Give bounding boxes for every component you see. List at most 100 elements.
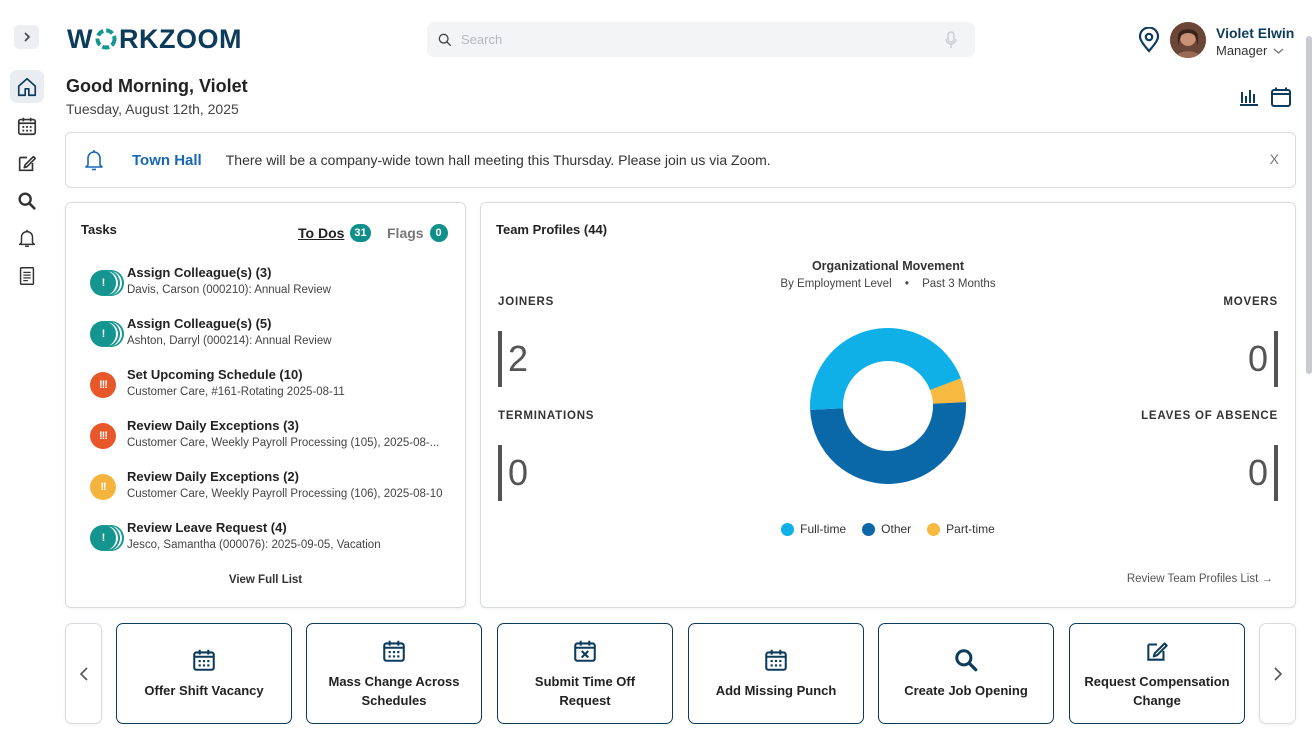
tasks-card: Tasks To Dos 31 Flags 0 ! Assign Colleag… <box>65 202 466 608</box>
chart-filter-period[interactable]: Past 3 Months <box>922 278 996 290</box>
bell-icon <box>85 150 103 171</box>
nav-home[interactable] <box>10 70 44 103</box>
user-role-dropdown[interactable]: Manager <box>1216 43 1284 58</box>
team-profiles-title: Team Profiles (44) <box>496 222 608 237</box>
quick-action-add-missing-punch[interactable]: Add Missing Punch <box>688 623 864 724</box>
legend-swatch <box>927 522 941 536</box>
legend-item[interactable]: Full-time <box>781 522 846 536</box>
task-title: Review Daily Exceptions (3) <box>127 418 299 433</box>
bell-icon <box>18 229 36 247</box>
header-actions <box>1238 86 1292 108</box>
quick-actions-prev-button[interactable] <box>65 623 102 724</box>
calendar-icon <box>765 649 787 671</box>
calendar-icon <box>17 117 37 135</box>
task-subtitle: Customer Care, Weekly Payroll Processing… <box>127 437 440 449</box>
task-item[interactable]: !!! Review Daily Exceptions (3) Customer… <box>86 418 456 458</box>
greeting-title: Good Morning, Violet <box>66 76 248 96</box>
greeting-date: Tuesday, August 12th, 2025 <box>66 101 239 117</box>
calendar-icon[interactable] <box>1270 86 1292 108</box>
quick-action-mass-change-schedules[interactable]: Mass Change Across Schedules <box>306 623 482 724</box>
priority-badge: ! <box>90 525 116 551</box>
quick-action-label: Add Missing Punch <box>715 683 837 698</box>
bar-chart-icon[interactable] <box>1238 86 1260 108</box>
task-item[interactable]: !!! Set Upcoming Schedule (10) Customer … <box>86 367 456 407</box>
quick-action-offer-shift-vacancy[interactable]: Offer Shift Vacancy <box>116 623 292 724</box>
task-item[interactable]: ! Assign Colleague(s) (5) Ashton, Darryl… <box>86 316 456 356</box>
nav-schedule[interactable] <box>10 109 44 142</box>
legend-item[interactable]: Other <box>862 522 911 536</box>
nav-search[interactable] <box>10 184 44 217</box>
legend-swatch <box>862 522 876 536</box>
quick-actions-next-button[interactable] <box>1259 623 1296 724</box>
task-item[interactable]: !! Review Daily Exceptions (2) Customer … <box>86 469 456 509</box>
movers-label: MOVERS <box>1223 296 1278 308</box>
review-team-profiles-link[interactable]: Review Team Profiles List → <box>1127 573 1273 585</box>
announcement-banner: Town Hall There will be a company-wide t… <box>65 132 1296 188</box>
chart-filter-level[interactable]: By Employment Level <box>780 278 891 290</box>
quick-action-label: Submit Time Off Request <box>534 673 636 708</box>
chart-legend: Full-time Other Part-time <box>481 522 1295 536</box>
user-name[interactable]: Violet Elwin <box>1216 25 1294 41</box>
side-rail <box>0 0 54 731</box>
quick-action-request-compensation-change[interactable]: Request Compensation Change <box>1069 623 1245 724</box>
announcement-close-button[interactable]: X <box>1270 151 1279 167</box>
task-title: Review Daily Exceptions (2) <box>127 469 299 484</box>
quick-action-label: Mass Change Across Schedules <box>328 673 460 708</box>
location-pin-icon[interactable] <box>1137 27 1161 53</box>
quick-action-create-job-opening[interactable]: Create Job Opening <box>878 623 1054 724</box>
task-subtitle: Jesco, Samantha (000076): 2025-09-05, Va… <box>127 539 381 551</box>
search-input[interactable] <box>461 32 945 47</box>
chart-subtitle: By Employment Level • Past 3 Months <box>481 278 1295 290</box>
priority-badge: !! <box>90 474 116 500</box>
tab-todos-label: To Dos <box>298 225 345 241</box>
quick-action-submit-time-off[interactable]: Submit Time Off Request <box>497 623 673 724</box>
nav-notifications[interactable] <box>10 221 44 254</box>
legend-swatch <box>781 522 795 536</box>
quick-action-label: Create Job Opening <box>904 683 1028 698</box>
priority-badge: !!! <box>90 372 116 398</box>
edit-icon <box>18 155 37 171</box>
view-full-list-link[interactable]: View Full List <box>66 574 465 586</box>
chart-subtitle-separator: • <box>904 278 909 290</box>
chevron-right-icon <box>1273 666 1282 681</box>
task-item[interactable]: ! Review Leave Request (4) Jesco, Samant… <box>86 520 456 560</box>
tab-flags[interactable]: Flags 0 <box>387 224 448 242</box>
legend-label: Full-time <box>800 522 847 536</box>
search-bar <box>427 22 975 57</box>
joiners-count[interactable]: 2 <box>508 338 528 380</box>
avatar[interactable] <box>1170 22 1206 58</box>
page-scrollbar[interactable] <box>1306 36 1312 374</box>
leaves-of-absence-count[interactable]: 0 <box>1248 452 1268 494</box>
task-title: Assign Colleague(s) (3) <box>127 265 272 280</box>
tasks-title: Tasks <box>81 222 117 237</box>
joiners-label: JOINERS <box>498 296 555 308</box>
quick-action-label: Request Compensation Change <box>1084 673 1230 708</box>
nav-documents[interactable] <box>10 259 44 292</box>
document-icon <box>19 266 35 285</box>
employment-donut-chart <box>810 327 966 484</box>
donut-slice-other[interactable] <box>810 402 966 484</box>
movers-count[interactable]: 0 <box>1248 338 1268 380</box>
task-title: Review Leave Request (4) <box>127 520 287 535</box>
announcement-title[interactable]: Town Hall <box>132 152 202 169</box>
edit-icon <box>1147 641 1168 661</box>
search-icon <box>438 33 451 46</box>
tab-todos[interactable]: To Dos 31 <box>298 224 371 242</box>
task-title: Assign Colleague(s) (5) <box>127 316 272 331</box>
team-profiles-card: Team Profiles (44) Organizational Moveme… <box>480 202 1296 608</box>
workzoom-logo[interactable]: W RKZOOM <box>67 24 242 54</box>
chevron-down-icon <box>1273 47 1284 54</box>
leaves-of-absence-bar <box>1274 445 1278 501</box>
priority-badge: ! <box>90 270 116 296</box>
task-item[interactable]: ! Assign Colleague(s) (3) Davis, Carson … <box>86 265 456 305</box>
quick-action-label: Offer Shift Vacancy <box>144 683 264 698</box>
terminations-label: TERMINATIONS <box>498 410 595 422</box>
legend-item[interactable]: Part-time <box>927 522 995 536</box>
expand-rail-button[interactable] <box>14 25 39 49</box>
task-subtitle: Davis, Carson (000210): Annual Review <box>127 284 331 296</box>
terminations-count[interactable]: 0 <box>508 452 528 494</box>
microphone-icon[interactable] <box>945 30 957 49</box>
logo-text-start: W <box>67 23 93 54</box>
nav-edit[interactable] <box>10 146 44 179</box>
calendar-icon <box>193 649 215 671</box>
